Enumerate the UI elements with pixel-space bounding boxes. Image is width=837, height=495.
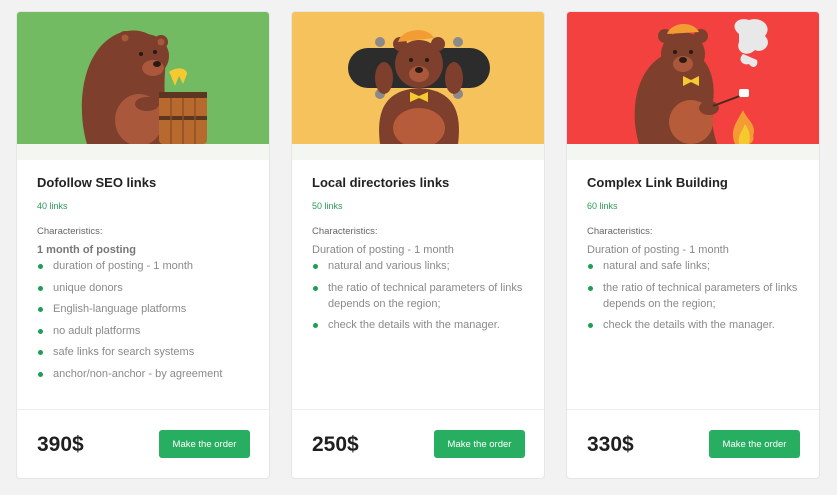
bullet-icon [38, 350, 43, 355]
card-divider [292, 409, 544, 410]
feature-item: safe links for search systems [37, 344, 255, 360]
feature-item: unique donors [37, 280, 255, 296]
card-body: Local directories links 50 links Charact… [312, 175, 530, 339]
feature-item: no adult platforms [37, 323, 255, 339]
card-divider [567, 409, 819, 410]
bullet-icon [38, 307, 43, 312]
bullet-icon [588, 285, 593, 291]
feature-item: check the details with the manager. [587, 317, 805, 333]
bullet-icon [38, 328, 43, 334]
feature-item: natural and safe links; [587, 258, 805, 274]
feature-item: the ratio of technical parameters of lin… [312, 280, 530, 312]
bullet-icon [588, 264, 593, 269]
card-body: Complex Link Building 60 links Character… [587, 175, 805, 339]
characteristics-label: Characteristics: [37, 226, 103, 237]
feature-item: duration of posting - 1 month [37, 258, 255, 274]
card-divider [17, 409, 269, 410]
links-count: 40 links [37, 201, 68, 211]
bear-skateboard-illustration [292, 12, 544, 144]
illustration-base [292, 144, 544, 160]
service-card-local-directories: Local directories links 50 links Charact… [291, 11, 545, 479]
bullet-icon [313, 323, 318, 328]
make-order-button[interactable]: Make the order [159, 430, 250, 458]
bullet-icon [38, 371, 43, 377]
card-price: 250$ [312, 433, 359, 456]
feature-item: anchor/non-anchor - by agreement [37, 366, 255, 382]
posting-duration: Duration of posting - 1 month [312, 244, 454, 256]
card-illustration [292, 12, 544, 144]
make-order-button[interactable]: Make the order [709, 430, 800, 458]
illustration-base [567, 144, 819, 160]
feature-list: natural and safe links; the ratio of tec… [587, 258, 805, 333]
card-title: Complex Link Building [587, 175, 728, 190]
card-illustration [17, 12, 269, 144]
card-price: 390$ [37, 433, 84, 456]
feature-item: the ratio of technical parameters of lin… [587, 280, 805, 312]
bear-honey-barrel-illustration [17, 12, 269, 144]
illustration-base [17, 144, 269, 160]
service-card-complex-link-building: Complex Link Building 60 links Character… [566, 11, 820, 479]
links-count: 50 links [312, 201, 343, 211]
card-title: Local directories links [312, 175, 450, 190]
card-illustration [567, 12, 819, 144]
characteristics-label: Characteristics: [312, 226, 378, 237]
feature-list: natural and various links; the ratio of … [312, 258, 530, 333]
characteristics-label: Characteristics: [587, 226, 653, 237]
bullet-icon [38, 264, 43, 269]
bullet-icon [38, 285, 43, 291]
posting-duration: Duration of posting - 1 month [587, 244, 729, 256]
bullet-icon [588, 323, 593, 328]
card-body: Dofollow SEO links 40 links Characterist… [37, 175, 255, 387]
links-count: 60 links [587, 201, 618, 211]
feature-item: natural and various links; [312, 258, 530, 274]
card-title: Dofollow SEO links [37, 175, 157, 190]
feature-list: duration of posting - 1 month unique don… [37, 258, 255, 382]
posting-duration: 1 month of posting [37, 244, 136, 256]
bear-marshmallow-illustration [567, 12, 819, 144]
card-price: 330$ [587, 433, 634, 456]
feature-item: check the details with the manager. [312, 317, 530, 333]
service-card-dofollow: Dofollow SEO links 40 links Characterist… [16, 11, 270, 479]
bullet-icon [313, 285, 318, 291]
make-order-button[interactable]: Make the order [434, 430, 525, 458]
bullet-icon [313, 264, 318, 269]
feature-item: English-language platforms [37, 301, 255, 317]
